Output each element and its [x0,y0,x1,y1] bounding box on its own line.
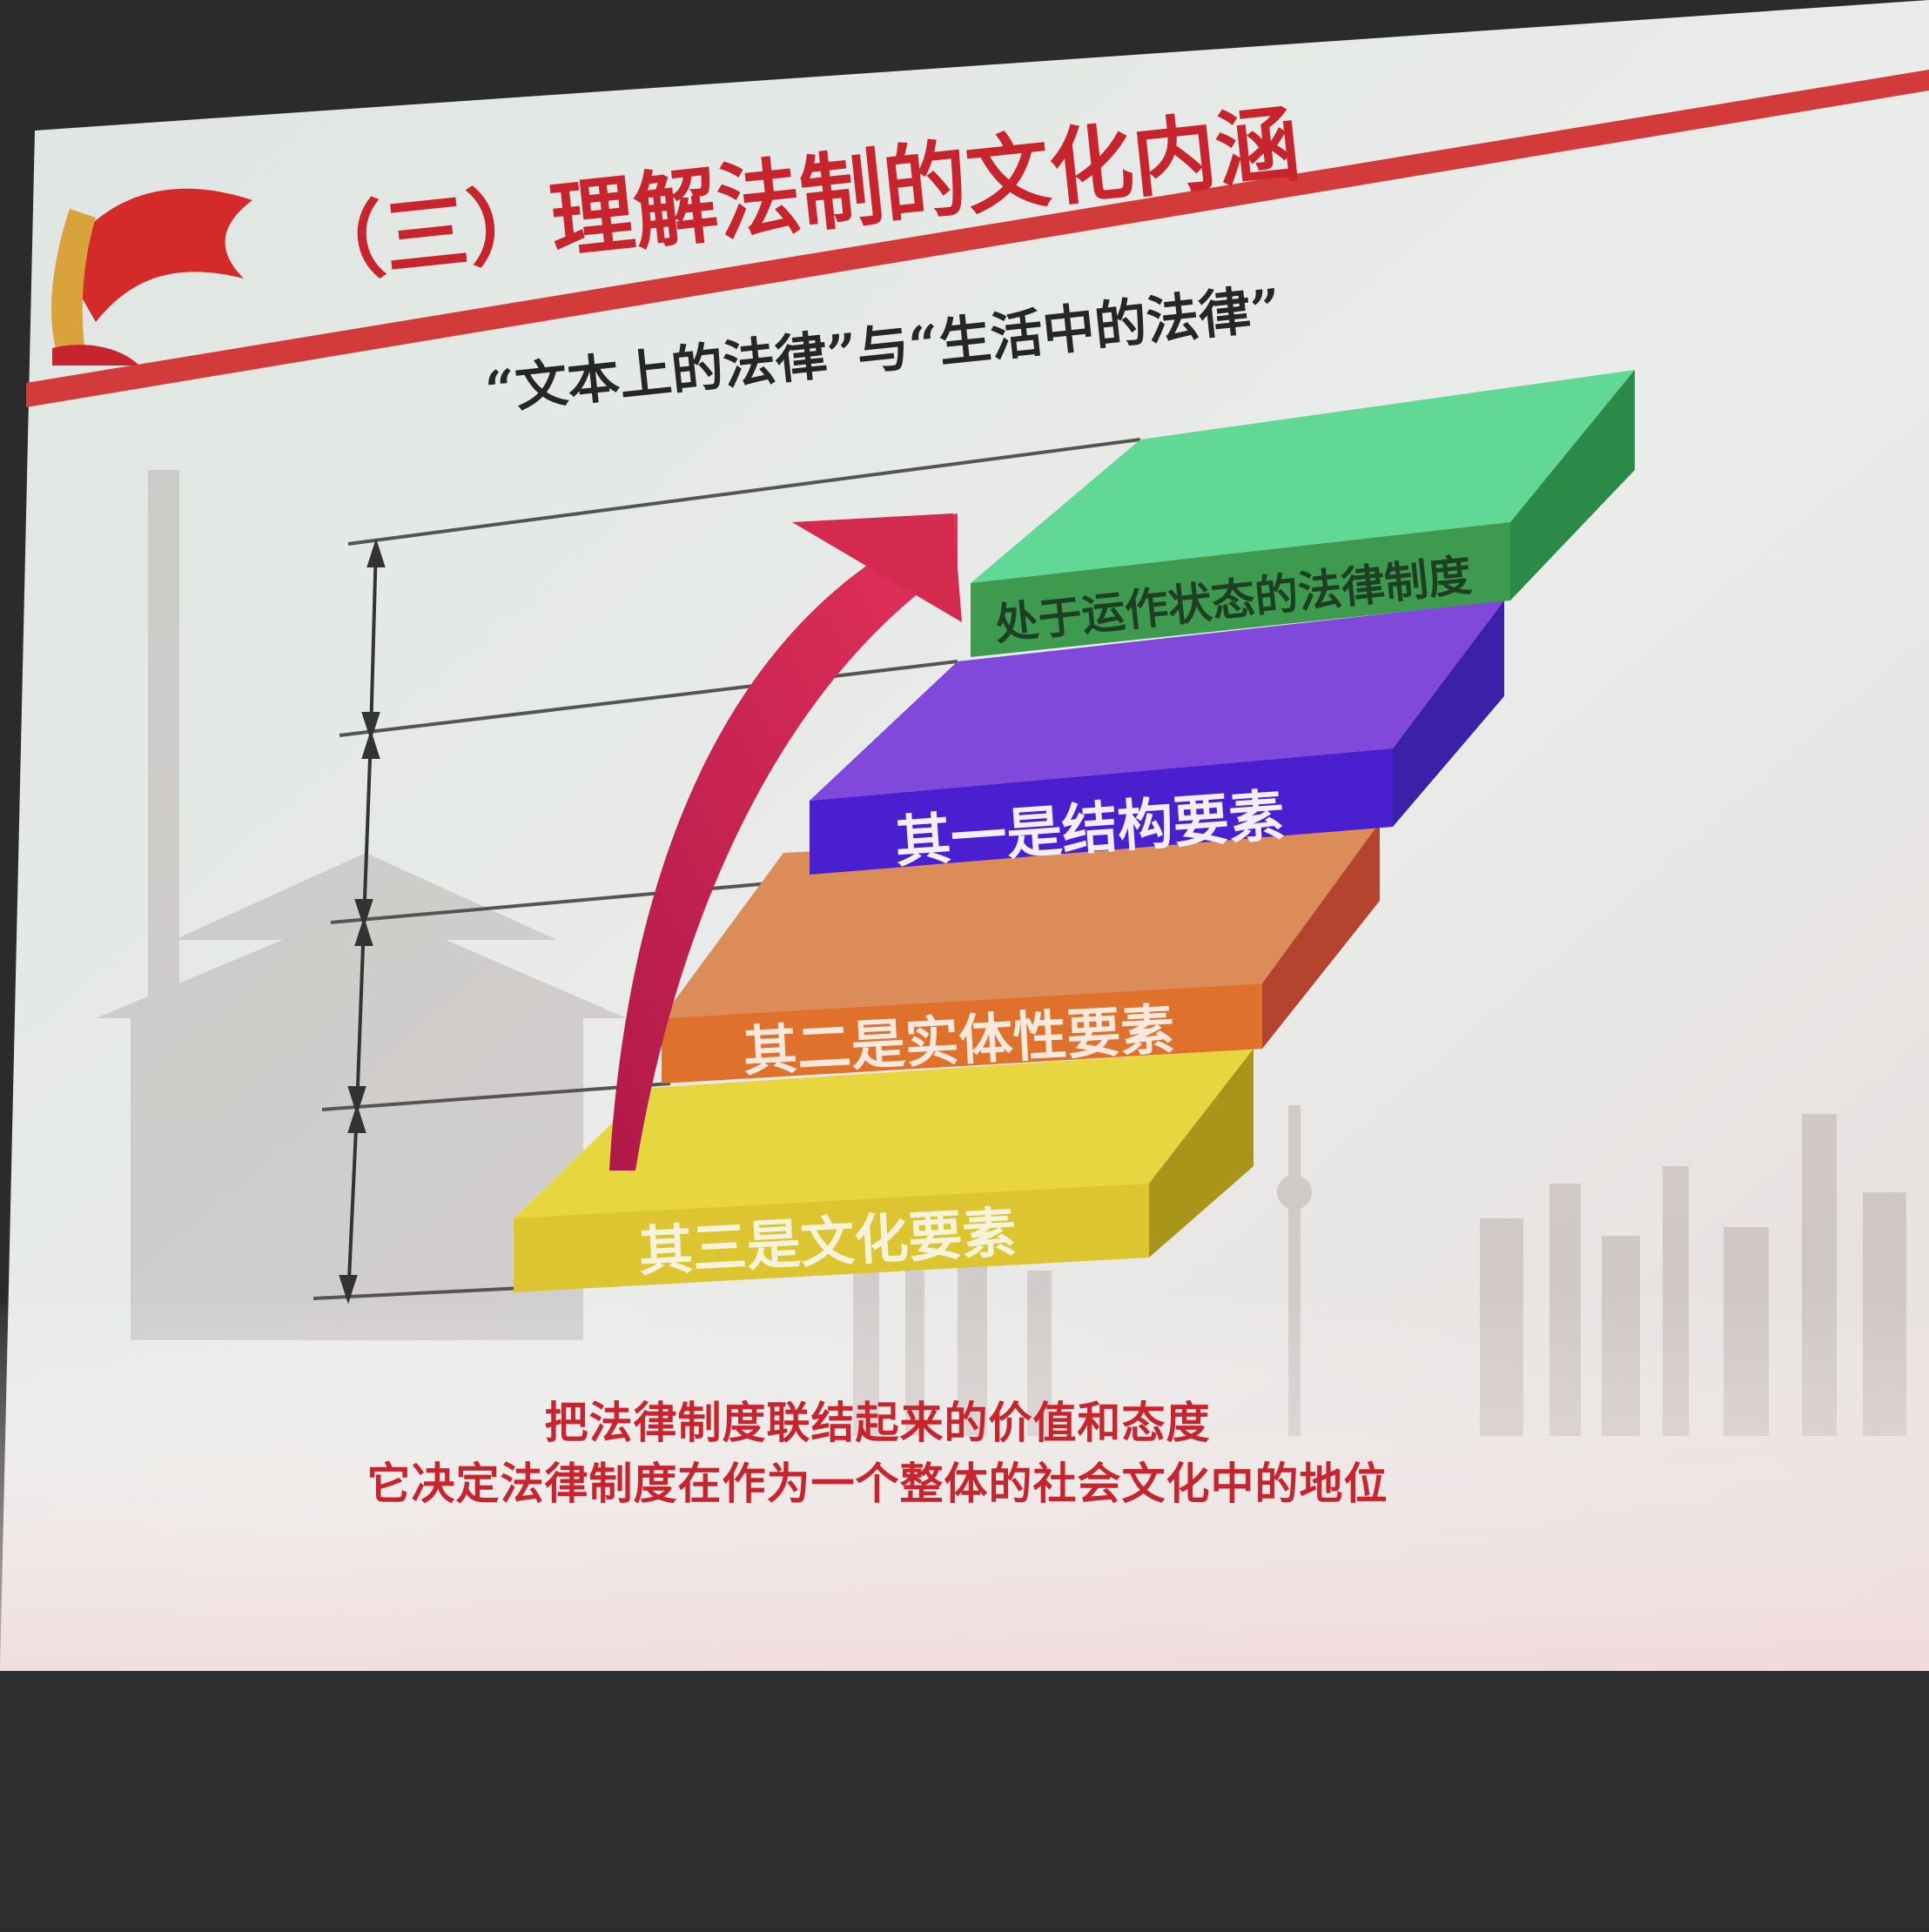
projected-slide-photo: （三）理解法制的文化内涵 “文本上的法律”与“生活中的法律” 其三是文化要素 其… [0,0,1929,1929]
step-operating-state: 处于运作状态的法律制度 [971,370,1635,657]
page-title: （三）理解法制的文化内涵 [297,95,1304,297]
text-layer: （三）理解法制的文化内涵 “文本上的法律”与“生活中的法律” 其三是文化要素 其… [297,95,1635,1305]
screen-bezel-bottom [0,1671,1929,1929]
caption-line-1: 把法律制度联结起来的价值和态度 [544,1398,1211,1448]
page-subtitle: “文本上的法律”与“生活中的法律” [482,278,1283,422]
caption-line-2: 它决定法律制度在作为一个整体的社会文化中的地位 [366,1459,1388,1509]
step-structure: 其一是结构要素 [810,600,1504,875]
